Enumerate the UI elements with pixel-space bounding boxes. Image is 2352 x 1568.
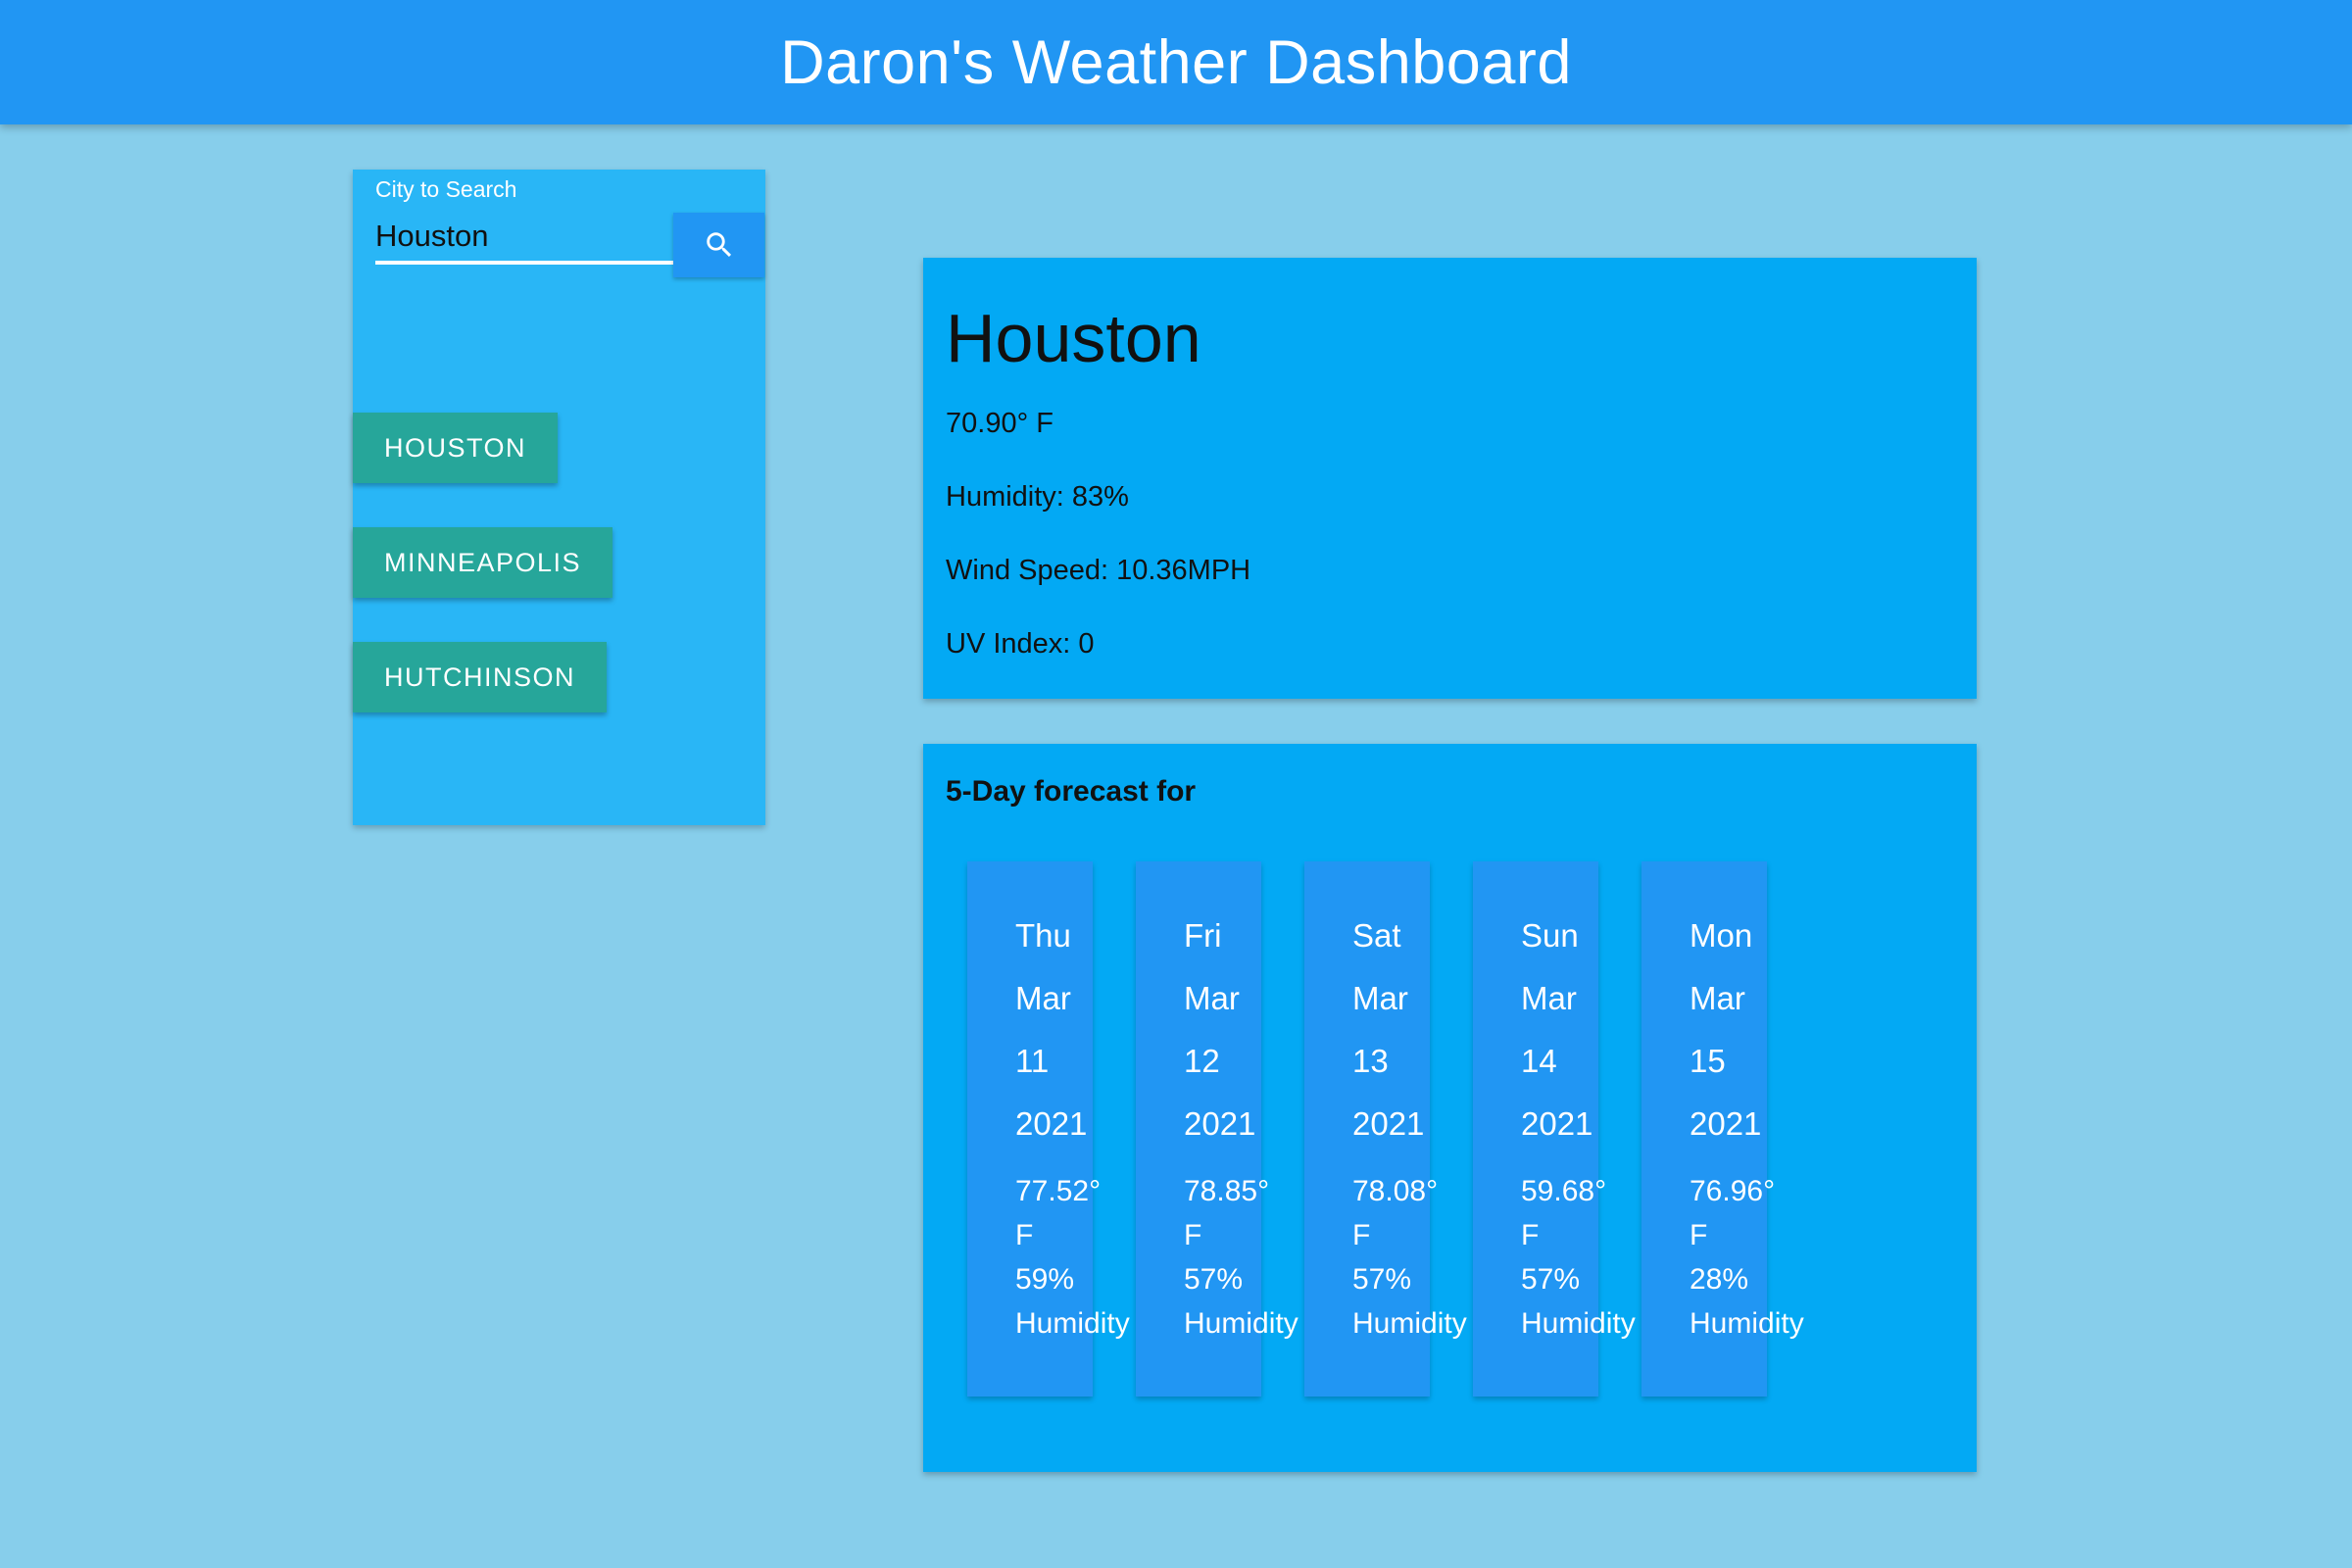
forecast-day-number: 11 xyxy=(1015,1043,1050,1079)
forecast-day-number: 12 xyxy=(1184,1043,1220,1079)
forecast-humidity: 57% xyxy=(1521,1263,1581,1296)
forecast-day-card: Sat Mar 13 2021 78.08° F 57% Humidity xyxy=(1304,861,1467,1396)
forecast-temperature-unit: F xyxy=(1690,1219,1708,1251)
current-weather-card: Houston 70.90° F Humidity: 83% Wind Spee… xyxy=(923,258,1977,699)
forecast-temperature: 78.08° xyxy=(1352,1175,1439,1207)
forecast-temperature-unit: F xyxy=(1184,1219,1202,1251)
forecast-humidity: 59% xyxy=(1015,1263,1075,1296)
forecast-temperature-unit: F xyxy=(1521,1219,1540,1251)
forecast-humidity: 57% xyxy=(1184,1263,1244,1296)
forecast-weekday: Sat xyxy=(1352,917,1401,954)
forecast-card: 5-Day forecast for Thu Mar 11 2021 77.52… xyxy=(923,744,1977,1472)
forecast-day-number: 13 xyxy=(1352,1043,1389,1079)
history-button-hutchinson[interactable]: HUTCHINSON xyxy=(353,642,607,712)
forecast-day-card: Fri Mar 12 2021 78.85° F 57% Humidity xyxy=(1136,861,1298,1396)
forecast-day-number: 15 xyxy=(1690,1043,1726,1079)
forecast-temperature: 77.52° xyxy=(1015,1175,1102,1207)
forecast-month: Mar xyxy=(1521,980,1577,1016)
forecast-year: 2021 xyxy=(1521,1105,1593,1142)
history-button-houston[interactable]: HOUSTON xyxy=(353,413,559,483)
current-humidity: Humidity: 83% xyxy=(946,481,1129,513)
search-button[interactable] xyxy=(673,213,764,277)
search-icon xyxy=(706,232,731,258)
forecast-humidity: 57% xyxy=(1352,1263,1412,1296)
current-wind-speed: Wind Speed: 10.36MPH xyxy=(946,555,1251,586)
history-button-minneapolis[interactable]: MINNEAPOLIS xyxy=(353,527,613,598)
search-label: City to Search xyxy=(375,176,517,202)
forecast-month: Mar xyxy=(1352,980,1408,1016)
forecast-month: Mar xyxy=(1690,980,1745,1016)
city-search-input[interactable] xyxy=(375,211,674,265)
current-city-name: Houston xyxy=(946,300,1201,376)
forecast-month: Mar xyxy=(1015,980,1071,1016)
forecast-humidity-label: Humidity xyxy=(1015,1307,1130,1340)
forecast-weekday: Thu xyxy=(1015,917,1071,954)
forecast-day-card: Thu Mar 11 2021 77.52° F 59% Humidity xyxy=(967,861,1130,1396)
forecast-year: 2021 xyxy=(1352,1105,1425,1142)
forecast-weekday: Sun xyxy=(1521,917,1579,954)
forecast-month: Mar xyxy=(1184,980,1240,1016)
forecast-year: 2021 xyxy=(1184,1105,1256,1142)
search-panel: City to Search HOUSTON MINNEAPOLIS HUTCH… xyxy=(353,170,765,825)
forecast-humidity: 28% xyxy=(1690,1263,1749,1296)
page-title: Daron's Weather Dashboard xyxy=(780,27,1572,97)
forecast-temperature-unit: F xyxy=(1352,1219,1371,1251)
forecast-humidity-label: Humidity xyxy=(1352,1307,1467,1340)
current-uv-index: UV Index: 0 xyxy=(946,628,1095,660)
forecast-year: 2021 xyxy=(1015,1105,1088,1142)
top-app-bar: Daron's Weather Dashboard xyxy=(0,0,2352,124)
forecast-humidity-label: Humidity xyxy=(1690,1307,1804,1340)
forecast-temperature: 78.85° xyxy=(1184,1175,1270,1207)
forecast-weekday: Mon xyxy=(1690,917,1753,954)
forecast-temperature: 76.96° xyxy=(1690,1175,1776,1207)
forecast-day-card: Sun Mar 14 2021 59.68° F 57% Humidity xyxy=(1473,861,1636,1396)
forecast-temperature-unit: F xyxy=(1015,1219,1034,1251)
forecast-year: 2021 xyxy=(1690,1105,1762,1142)
current-temperature: 70.90° F xyxy=(946,408,1054,439)
forecast-title: 5-Day forecast for xyxy=(946,775,1197,808)
forecast-humidity-label: Humidity xyxy=(1521,1307,1636,1340)
forecast-weekday: Fri xyxy=(1184,917,1222,954)
forecast-temperature: 59.68° xyxy=(1521,1175,1607,1207)
forecast-humidity-label: Humidity xyxy=(1184,1307,1298,1340)
forecast-day-number: 14 xyxy=(1521,1043,1557,1079)
forecast-day-card: Mon Mar 15 2021 76.96° F 28% Humidity xyxy=(1642,861,1804,1396)
